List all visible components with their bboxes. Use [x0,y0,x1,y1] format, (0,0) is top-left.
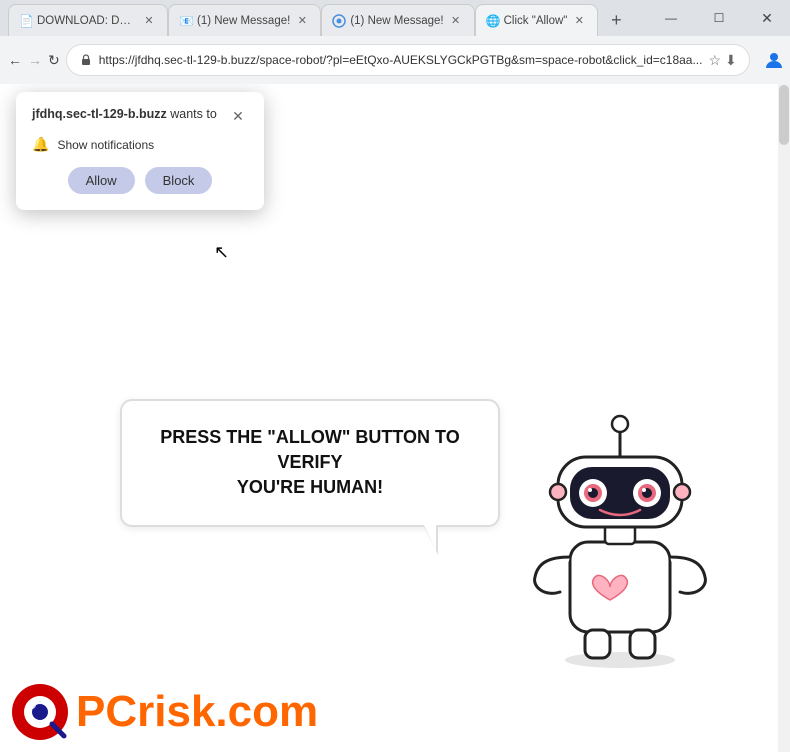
tab-title-2: (1) New Message! [197,15,290,27]
tab-favicon-4: 🌐 [486,14,500,28]
pcrisk-risk: risk.com [137,687,318,736]
allow-button[interactable]: Allow [68,167,135,194]
reload-button[interactable]: ↻ [48,46,60,74]
tab-title-1: DOWNLOAD: Deadpoo... [37,15,137,27]
address-bar: ← → ↻ https://jfdhq.sec-tl-129-b.buzz/sp… [0,36,790,84]
scrollbar-thumb[interactable] [779,85,789,145]
tab-favicon-1: 📄 [19,14,33,28]
tab-favicon-2: 📧 [179,14,193,28]
popup-notification-row: 🔔 Show notifications [32,136,248,153]
address-input[interactable]: https://jfdhq.sec-tl-129-b.buzz/space-ro… [66,44,750,76]
block-button[interactable]: Block [145,167,213,194]
speech-text: PRESS THE "ALLOW" BUTTON TO VERIFY YOU'R… [154,425,466,501]
profile-button[interactable] [760,46,788,74]
popup-site-text: jfdhq.sec-tl-129-b.buzz wants to [32,106,217,124]
tab-close-3[interactable]: ✕ [448,13,464,29]
tab-message1[interactable]: 📧 (1) New Message! ✕ [168,4,321,36]
new-tab-button[interactable]: + [602,6,630,34]
cursor-indicator: ↖ [214,242,229,263]
pcrisk-text: PCrisk.com [76,690,318,734]
popup-buttons: Allow Block [32,167,248,194]
bell-icon: 🔔 [32,136,49,153]
browser-actions: ⋮ [760,46,790,74]
bookmark-icon[interactable]: ☆ [708,52,721,69]
minimize-button[interactable]: — [648,2,694,34]
address-icons: ☆ ⬇ [708,52,736,69]
top-bar: 📄 DOWNLOAD: Deadpoo... ✕ 📧 (1) New Messa… [0,0,790,36]
speech-bubble: PRESS THE "ALLOW" BUTTON TO VERIFY YOU'R… [120,399,500,527]
popup-header: jfdhq.sec-tl-129-b.buzz wants to ✕ [32,106,248,126]
pcrisk-icon [10,682,70,742]
notification-label: Show notifications [57,138,154,152]
url-text: https://jfdhq.sec-tl-129-b.buzz/space-ro… [99,53,703,67]
pcrisk-logo: PCrisk.com [10,682,318,742]
tab-close-2[interactable]: ✕ [294,13,310,29]
tabs-area: 📄 DOWNLOAD: Deadpoo... ✕ 📧 (1) New Messa… [0,0,644,36]
scrollbar[interactable] [778,84,790,752]
download-icon[interactable]: ⬇ [725,52,737,69]
popup-close-button[interactable]: ✕ [228,106,248,126]
tab-click-allow[interactable]: 🌐 Click "Allow" ✕ [475,4,599,36]
tab-close-1[interactable]: ✕ [141,13,157,29]
maximize-button[interactable]: ☐ [696,2,742,34]
tab-close-4[interactable]: ✕ [571,13,587,29]
tab-favicon-3 [332,14,346,28]
close-button[interactable]: ✕ [744,2,790,34]
lock-icon [79,53,93,67]
pcrisk-pc: PC [76,687,137,736]
robot-illustration [510,402,730,672]
notification-popup: jfdhq.sec-tl-129-b.buzz wants to ✕ 🔔 Sho… [16,92,264,210]
browser-frame: 📄 DOWNLOAD: Deadpoo... ✕ 📧 (1) New Messa… [0,0,790,752]
tab-title-4: Click "Allow" [504,15,568,27]
forward-button[interactable]: → [28,46,42,74]
back-button[interactable]: ← [8,46,22,74]
window-controls: — ☐ ✕ [648,0,790,36]
page-content: jfdhq.sec-tl-129-b.buzz wants to ✕ 🔔 Sho… [0,84,790,752]
tab-message2[interactable]: (1) New Message! ✕ [321,4,474,36]
tab-download[interactable]: 📄 DOWNLOAD: Deadpoo... ✕ [8,4,168,36]
tab-title-3: (1) New Message! [350,15,443,27]
